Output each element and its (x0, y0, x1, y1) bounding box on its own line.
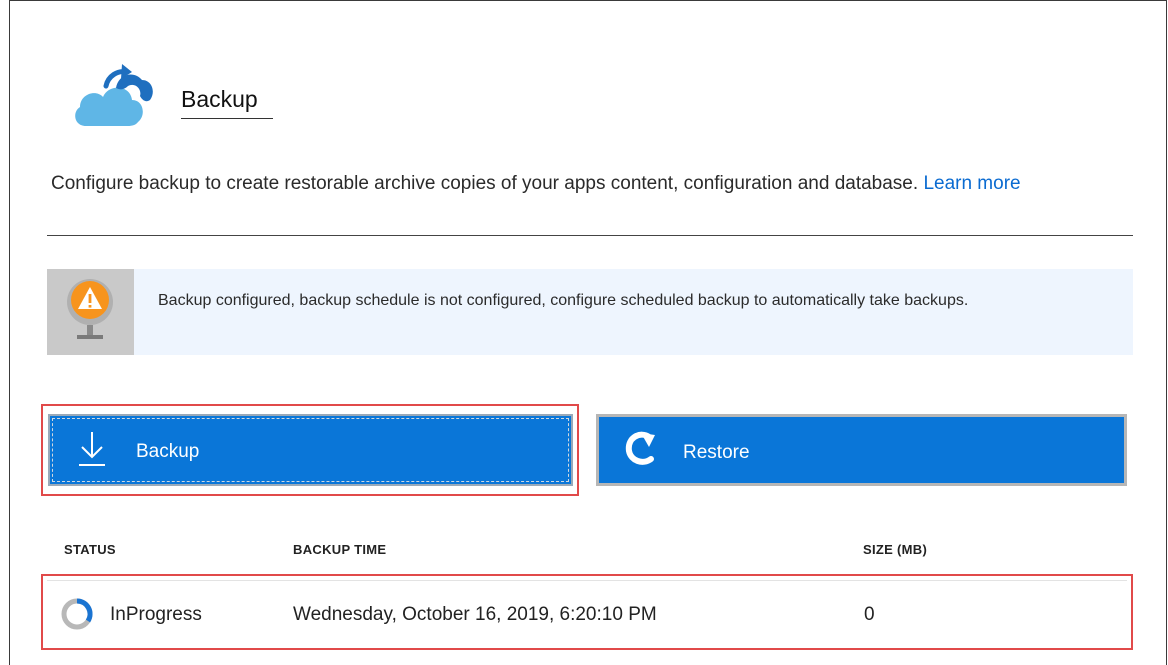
column-header-status: STATUS (64, 542, 116, 557)
status-cell: InProgress (110, 604, 202, 625)
divider (47, 235, 1133, 236)
column-header-backup-time: BACKUP TIME (293, 542, 387, 557)
backup-time-cell: Wednesday, October 16, 2019, 6:20:10 PM (293, 604, 657, 625)
warning-banner: Backup configured, backup schedule is no… (47, 269, 1133, 355)
restore-button-label: Restore (683, 442, 750, 463)
page-title: Backup (181, 86, 273, 119)
description-text: Configure backup to create restorable ar… (51, 173, 919, 194)
restore-button[interactable]: Restore (596, 414, 1127, 486)
download-arrow-icon (79, 432, 105, 466)
restore-arrow-icon (625, 431, 655, 465)
warning-globe-icon (67, 279, 113, 339)
learn-more-link[interactable]: Learn more (923, 173, 1020, 194)
alert-message: Backup configured, backup schedule is no… (158, 292, 969, 309)
in-progress-spinner-icon (61, 598, 93, 630)
description: Configure backup to create restorable ar… (51, 168, 1091, 199)
cloud-backup-logo-icon (75, 64, 153, 126)
backup-button-label: Backup (136, 441, 200, 462)
column-header-size: SIZE (MB) (863, 542, 928, 557)
size-cell: 0 (864, 604, 875, 625)
row-divider (47, 580, 1127, 581)
alert-icon-container (47, 269, 134, 355)
backup-button[interactable]: Backup (48, 414, 573, 486)
